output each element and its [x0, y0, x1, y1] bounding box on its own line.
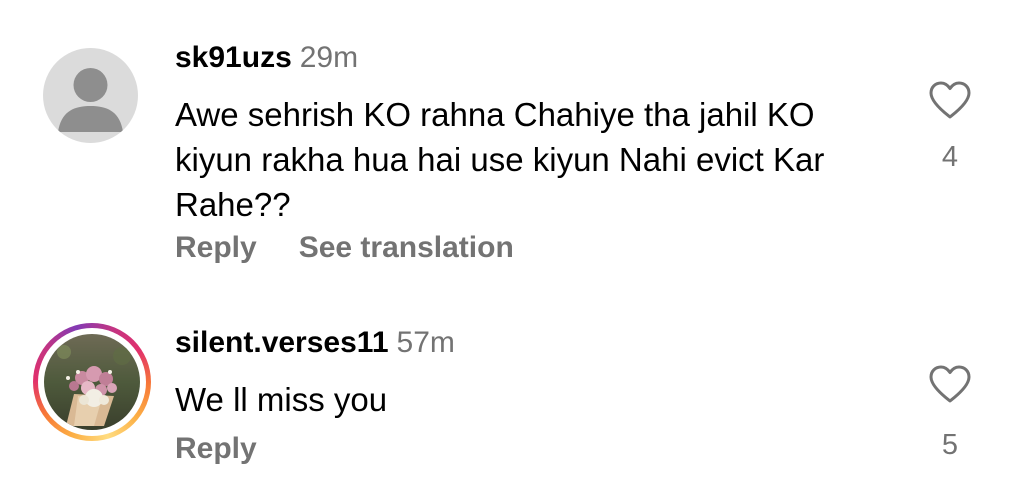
reply-button[interactable]: Reply: [175, 231, 257, 264]
like-area: 5: [920, 364, 980, 462]
comment-header: sk91uzs 29m: [175, 40, 358, 76]
heart-icon[interactable]: [928, 364, 972, 404]
timestamp: 29m: [299, 41, 359, 74]
username[interactable]: sk91uzs: [175, 41, 292, 74]
like-area: 4: [920, 80, 980, 174]
default-avatar-icon: [58, 68, 123, 132]
avatar-story-ring[interactable]: [33, 323, 151, 441]
avatar: [44, 334, 140, 430]
comment-actions: Reply See translation: [175, 230, 514, 266]
see-translation-button[interactable]: See translation: [299, 231, 514, 264]
comment-item: sk91uzs 29m Awe sehrish KO rahna Chahiye …: [0, 0, 1024, 290]
username[interactable]: silent.verses11: [175, 326, 389, 359]
reply-button[interactable]: Reply: [175, 432, 257, 465]
comment-item: silent.verses11 57m We ll miss you Reply …: [0, 300, 1024, 494]
comment-header: silent.verses11 57m: [175, 325, 455, 361]
flower-bouquet-photo: [44, 334, 140, 430]
comment-text: Awe sehrish KO rahna Chahiye tha jahil K…: [175, 96, 825, 223]
heart-icon[interactable]: [928, 80, 972, 120]
like-count: 4: [941, 141, 959, 173]
like-count: 5: [941, 429, 959, 461]
avatar[interactable]: [43, 48, 138, 143]
timestamp: 57m: [396, 326, 455, 359]
comment-actions: Reply: [175, 431, 257, 467]
comment-text: We ll miss you: [175, 381, 388, 418]
